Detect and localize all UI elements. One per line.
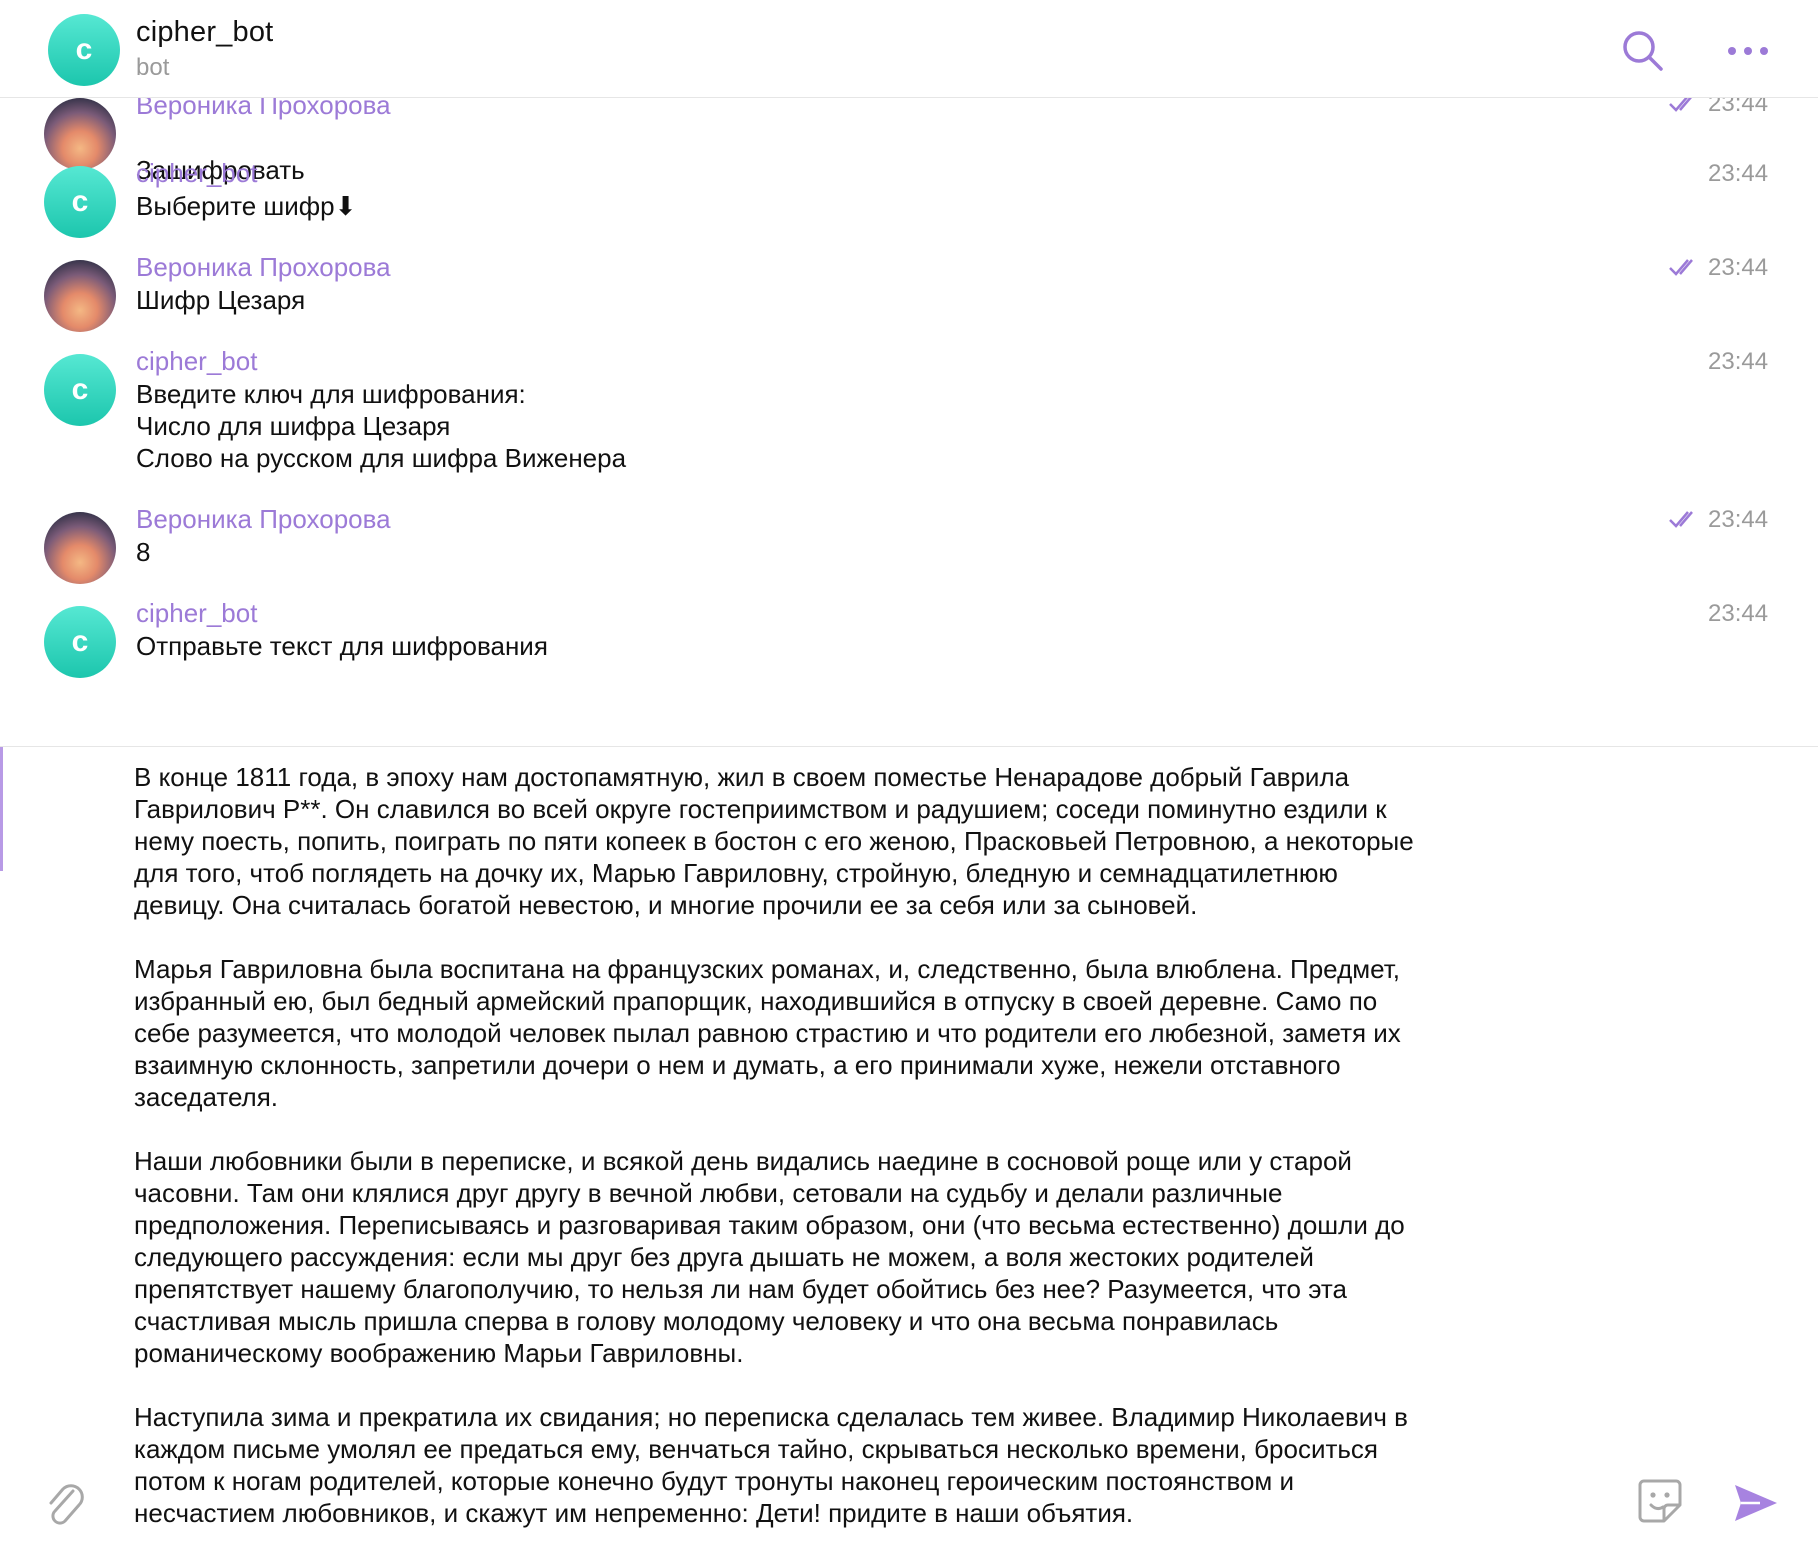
search-icon [1623, 31, 1663, 71]
send-button[interactable] [1728, 1475, 1784, 1531]
message-item: c cipher_bot Выберите шифр⬇ 23:44 [0, 158, 1818, 252]
more-horizontal-icon [1728, 47, 1768, 55]
message-time: 23:44 [1708, 600, 1769, 627]
message-time: 23:44 [1708, 506, 1769, 533]
message-composer: В конце 1811 года, в эпоху нам достопамя… [0, 746, 1818, 1550]
message-time: 23:44 [1708, 98, 1769, 117]
message-sender[interactable]: Вероника Прохорова [136, 98, 391, 121]
message-text: Отправьте текст для шифрования [136, 631, 548, 661]
message-text: Введите ключ для шифрования: Число для ш… [136, 379, 627, 473]
message-item: Вероника Прохорова Шифр Цезаря 23:44 [0, 252, 1818, 346]
message-sender[interactable]: Вероника Прохорова [136, 252, 391, 283]
double-check-icon [1669, 98, 1692, 112]
double-check-icon [1669, 511, 1693, 528]
message-list[interactable]: Вероника Прохорова Зашифровать 23:44 c c… [0, 98, 1818, 746]
message-text: Выберите шифр⬇ [136, 191, 357, 221]
bot-avatar[interactable]: c [44, 606, 116, 678]
sticker-icon [1638, 1479, 1682, 1523]
attach-button[interactable] [40, 1475, 90, 1535]
chat-subtitle: bot [136, 54, 170, 81]
message-item: Вероника Прохорова 8 23:44 [0, 504, 1818, 598]
user-avatar[interactable] [44, 512, 116, 584]
message-time: 23:44 [1708, 160, 1769, 187]
message-text: Шифр Цезаря [136, 285, 306, 315]
double-check-icon [1669, 259, 1693, 276]
message-item: c cipher_bot Введите ключ для шифрования… [0, 346, 1818, 504]
message-item: c cipher_bot Отправьте текст для шифрова… [0, 598, 1818, 692]
message-sender[interactable]: Вероника Прохорова [136, 504, 391, 535]
bot-avatar[interactable]: c [48, 14, 120, 86]
search-button[interactable] [1618, 26, 1668, 76]
message-sender[interactable]: cipher_bot [136, 158, 257, 189]
bot-avatar[interactable]: c [44, 166, 116, 238]
message-text: 8 [136, 537, 151, 567]
sticker-button[interactable] [1632, 1473, 1688, 1529]
message-input[interactable]: В конце 1811 года, в эпоху нам достопамя… [134, 761, 1514, 1529]
paperclip-icon [49, 1484, 84, 1525]
message-sender[interactable]: cipher_bot [136, 598, 257, 629]
message-sender[interactable]: cipher_bot [136, 346, 257, 377]
send-icon [1735, 1485, 1777, 1521]
chat-header: c cipher_bot bot [0, 0, 1818, 98]
chat-title[interactable]: cipher_bot [136, 16, 273, 49]
message-time: 23:44 [1708, 254, 1769, 281]
bot-avatar[interactable]: c [44, 354, 116, 426]
message-time: 23:44 [1708, 348, 1769, 375]
more-button[interactable] [1722, 26, 1774, 76]
message-item: Вероника Прохорова Зашифровать 23:44 [0, 98, 1818, 185]
telegram-chat-window: c cipher_bot bot Вероника Прохорова Заши… [0, 0, 1818, 1550]
user-avatar[interactable] [44, 260, 116, 332]
input-focus-indicator [0, 747, 3, 871]
